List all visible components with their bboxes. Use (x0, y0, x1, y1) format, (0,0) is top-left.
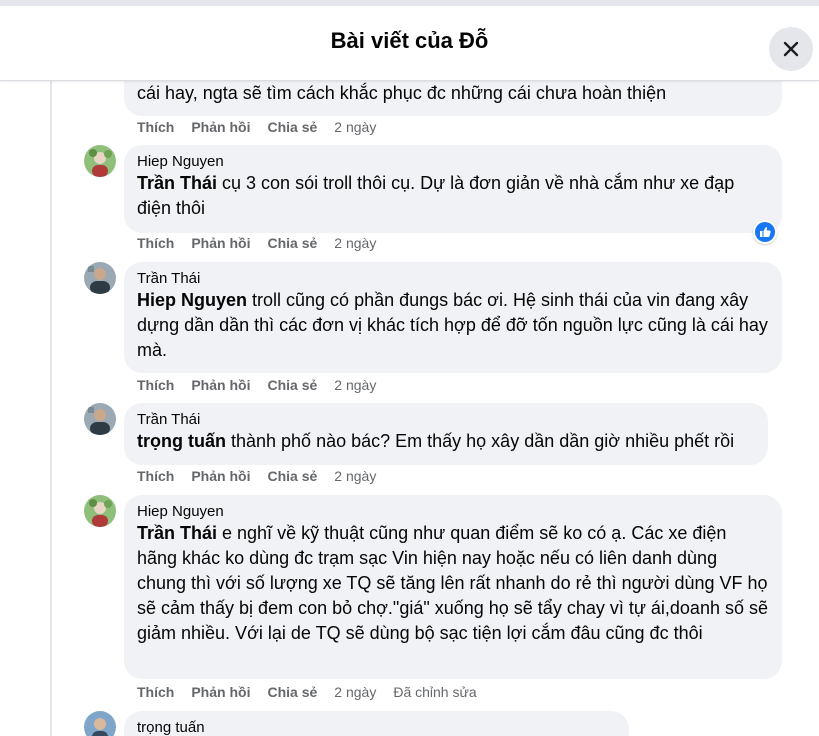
reply-button[interactable]: Phản hồi (191, 468, 250, 484)
like-button[interactable]: Thích (137, 119, 174, 135)
comment-bubble: Trần Thái Hiep Nguyen troll cũng có phần… (124, 262, 782, 373)
comment-bubble: Hiep Nguyen Trần Thái e nghĩ về kỹ thuật… (124, 495, 782, 679)
comment-author[interactable]: Trần Thái (137, 269, 769, 288)
avatar[interactable] (84, 145, 116, 177)
comment-text: cụ 3 con sói troll thôi cụ. Dự là đơn gi… (137, 173, 735, 218)
avatar[interactable] (84, 495, 116, 527)
like-button[interactable]: Thích (137, 377, 174, 393)
comment-bubble: Trần Thái trọng tuấn thành phố nào bác? … (124, 403, 768, 465)
comment-mention[interactable]: Hiep Nguyen (137, 290, 247, 310)
comment-time[interactable]: 2 ngày (334, 684, 376, 700)
reply-button[interactable]: Phản hồi (191, 119, 250, 135)
reply-button[interactable]: Phản hồi (191, 684, 250, 700)
comment-author[interactable]: Hiep Nguyen (137, 502, 769, 521)
comment-mention[interactable]: trọng tuấn (137, 431, 226, 451)
like-icon (755, 222, 775, 242)
comment-time[interactable]: 2 ngày (334, 468, 376, 484)
comments-panel: cái hay, ngta sẽ tìm cách khắc phục đc n… (0, 0, 819, 736)
comment-actions: Thích Phản hồi Chia sẻ 2 ngày (137, 377, 393, 393)
comment-author[interactable]: Hiep Nguyen (137, 152, 769, 171)
dialog-header: Bài viết của Đỗ (0, 6, 819, 81)
like-button[interactable]: Thích (137, 235, 174, 251)
comment-text: cái hay, ngta sẽ tìm cách khắc phục đc n… (137, 83, 667, 103)
avatar[interactable] (84, 711, 116, 736)
close-button[interactable] (769, 27, 813, 71)
share-button[interactable]: Chia sẻ (267, 119, 317, 135)
share-button[interactable]: Chia sẻ (267, 377, 317, 393)
close-icon (783, 41, 799, 57)
comment-author[interactable]: Trần Thái (137, 410, 755, 429)
thread-line (50, 80, 52, 736)
comment-mention[interactable]: Trần Thái (137, 173, 217, 193)
comment-actions: Thích Phản hồi Chia sẻ 2 ngày (137, 235, 393, 251)
reply-button[interactable]: Phản hồi (191, 377, 250, 393)
reply-button[interactable]: Phản hồi (191, 235, 250, 251)
comment-time[interactable]: 2 ngày (334, 235, 376, 251)
comment-text: thành phố nào bác? Em thấy họ xây dần dầ… (225, 431, 735, 451)
like-button[interactable]: Thích (137, 684, 174, 700)
comment-actions: Thích Phản hồi Chia sẻ 2 ngày (137, 468, 393, 484)
comment-bubble: trọng tuấn (124, 711, 629, 736)
comment-actions: Thích Phản hồi Chia sẻ 2 ngày Đã chỉnh sửa (137, 684, 494, 700)
avatar[interactable] (84, 262, 116, 294)
comment-time[interactable]: 2 ngày (334, 377, 376, 393)
avatar[interactable] (84, 403, 116, 435)
page-title: Bài viết của Đỗ (330, 28, 489, 53)
reaction-badge[interactable] (753, 220, 777, 244)
share-button[interactable]: Chia sẻ (267, 235, 317, 251)
comment-mention[interactable]: Trần Thái (137, 523, 217, 543)
share-button[interactable]: Chia sẻ (267, 684, 317, 700)
comment-time[interactable]: 2 ngày (334, 119, 376, 135)
comment-text: e nghĩ về kỹ thuật cũng như quan điểm sẽ… (137, 523, 768, 643)
comment-actions: Thích Phản hồi Chia sẻ 2 ngày (137, 119, 393, 135)
edited-label[interactable]: Đã chỉnh sửa (393, 684, 476, 700)
comment-author[interactable]: trọng tuấn (137, 718, 616, 736)
share-button[interactable]: Chia sẻ (267, 468, 317, 484)
comment-bubble: Hiep Nguyen Trần Thái cụ 3 con sói troll… (124, 145, 782, 233)
like-button[interactable]: Thích (137, 468, 174, 484)
